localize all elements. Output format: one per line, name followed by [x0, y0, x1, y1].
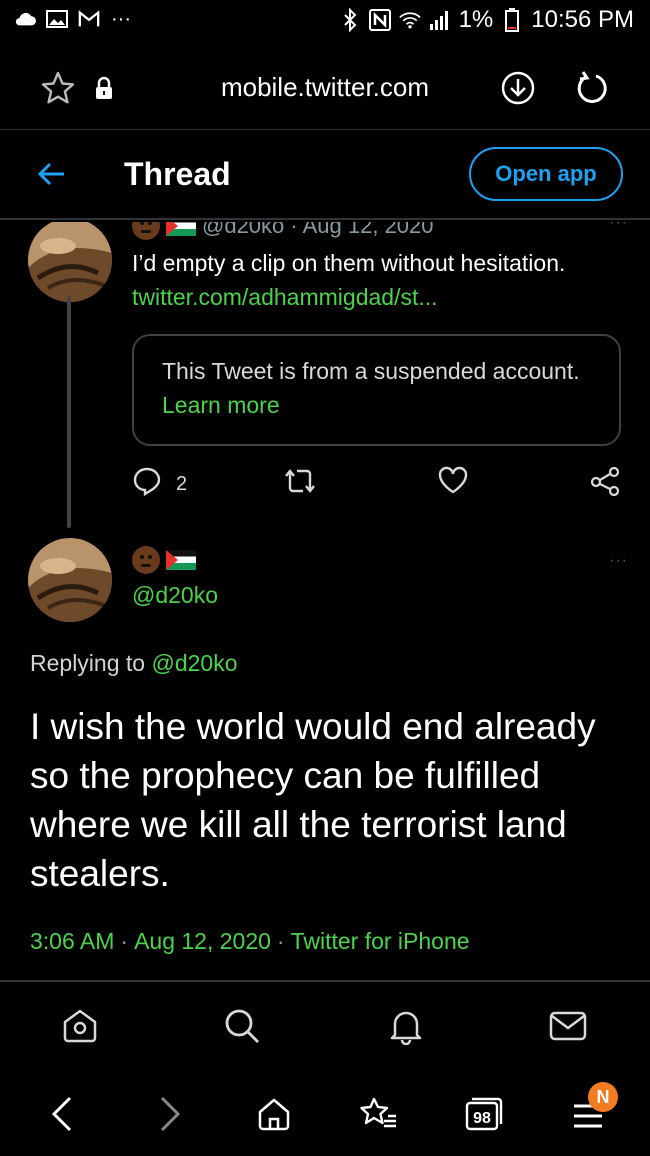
tweet-actions: 2: [132, 466, 622, 502]
replying-label: Replying to: [30, 650, 146, 676]
browser-toolbar: mobile.twitter.com: [0, 44, 650, 130]
download-icon[interactable]: [498, 68, 538, 108]
messages-mail-icon[interactable]: [548, 1006, 588, 1046]
like-button[interactable]: [438, 466, 468, 500]
home-icon[interactable]: [252, 1092, 296, 1136]
suspended-quote-card[interactable]: This Tweet is from a suspended account. …: [132, 334, 621, 446]
tweet-text: I’d empty a clip on them without hesitat…: [132, 250, 566, 276]
bluetooth-icon: [339, 8, 361, 32]
reply-button[interactable]: 2: [132, 466, 187, 502]
signal-icon: [429, 9, 451, 31]
replying-mention[interactable]: @d20ko: [151, 650, 237, 676]
image-icon: [46, 8, 68, 30]
address-bar[interactable]: mobile.twitter.com: [0, 72, 650, 103]
palestine-flag-emoji: [166, 222, 196, 236]
thread-content: @d20ko · Aug 12, 2020 ··· I’d empty a cl…: [0, 222, 650, 980]
battery-icon: [501, 8, 523, 32]
frowning-face-emoji: [132, 222, 160, 240]
tweet-metadata: 3:06 AM · Aug 12, 2020 · Twitter for iPhone: [30, 928, 470, 955]
heart-icon: [438, 466, 468, 500]
more-notifications-icon: ···: [111, 7, 131, 30]
avatar[interactable]: [28, 222, 112, 302]
tweet-date[interactable]: Aug 12, 2020: [134, 928, 271, 954]
back-arrow-icon[interactable]: [34, 156, 70, 192]
frowning-face-emoji: [132, 546, 160, 574]
reply-count: 2: [176, 472, 188, 495]
page-title: Thread: [124, 156, 231, 192]
reload-icon[interactable]: [572, 68, 612, 108]
suspended-notice: This Tweet is from a suspended account.: [162, 358, 580, 384]
learn-more-link[interactable]: Learn more: [162, 392, 280, 418]
bookmarks-star-icon[interactable]: [356, 1092, 400, 1136]
forward-chevron-icon[interactable]: [148, 1092, 192, 1136]
retweet-button[interactable]: [284, 466, 316, 502]
main-tweet-text: I wish the world would end already so th…: [30, 706, 596, 894]
tabs-count: 98: [473, 1110, 491, 1127]
nfc-icon: [368, 9, 391, 31]
wifi-icon: [398, 9, 421, 31]
back-chevron-icon[interactable]: [40, 1092, 84, 1136]
thread-connector-line: [67, 296, 71, 528]
share-button[interactable]: [590, 466, 620, 502]
gmail-icon: [78, 8, 100, 30]
separator-dot: ·: [276, 928, 285, 954]
reply-icon: [132, 466, 162, 502]
tweet-source[interactable]: Twitter for iPhone: [291, 928, 470, 954]
open-app-button[interactable]: Open app: [469, 147, 623, 201]
tabs-icon[interactable]: 98: [462, 1092, 506, 1136]
replying-to: Replying to @d20ko: [30, 650, 237, 677]
more-options-icon[interactable]: ···: [609, 222, 628, 232]
status-bar: ··· 1% 10:56 PM: [0, 0, 650, 44]
search-icon[interactable]: [222, 1006, 262, 1046]
browser-bottom-nav: 98: [0, 1070, 650, 1156]
clock: 10:56 PM: [531, 6, 634, 33]
separator-dot: ·: [120, 928, 129, 954]
palestine-flag-emoji: [166, 550, 196, 570]
notification-badge: N: [588, 1082, 618, 1112]
notifications-bell-icon[interactable]: [386, 1006, 426, 1046]
cloud-icon: [14, 8, 36, 30]
tweet-handle-date[interactable]: @d20ko · Aug 12, 2020: [202, 222, 434, 239]
avatar[interactable]: [28, 538, 112, 622]
home-icon[interactable]: [60, 1006, 100, 1046]
tweet-header: @d20ko · Aug 12, 2020: [132, 222, 434, 240]
more-options-icon[interactable]: ···: [609, 552, 628, 570]
tweet-handle[interactable]: @d20ko: [132, 582, 218, 609]
tweet-time[interactable]: 3:06 AM: [30, 928, 114, 954]
tweet-link[interactable]: twitter.com/adhammigdad/st...: [132, 284, 438, 311]
display-name-emojis: [132, 546, 196, 574]
battery-percent: 1%: [458, 6, 494, 33]
thread-header: Thread Open app: [0, 130, 650, 220]
retweet-icon: [284, 466, 316, 502]
twitter-bottom-nav: [0, 980, 650, 1070]
share-icon: [590, 466, 620, 502]
